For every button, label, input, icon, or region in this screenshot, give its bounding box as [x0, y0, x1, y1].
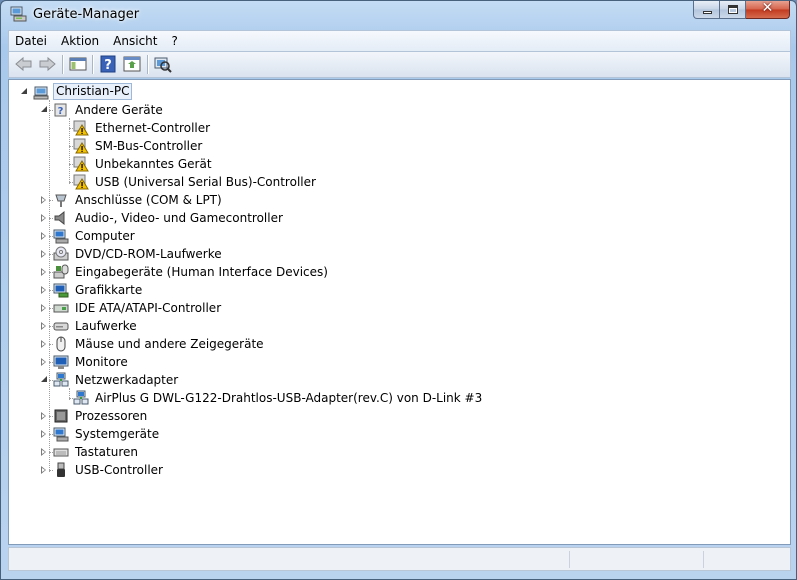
svg-text:?: ?	[58, 106, 64, 117]
toolbar-separator	[147, 55, 148, 74]
toolbar-separator	[92, 55, 93, 74]
expand-arrow-icon[interactable]	[41, 304, 46, 312]
warning-device-icon	[73, 156, 89, 172]
toolbar-separator	[62, 55, 63, 74]
tree-item-label: IDE ATA/ATAPI-Controller	[75, 301, 222, 315]
close-button[interactable]: ✕	[746, 0, 790, 19]
warning-device-icon	[73, 138, 89, 154]
svg-text:?: ?	[104, 58, 112, 73]
title-bar[interactable]: Geräte-Manager ✕	[1, 0, 796, 29]
tree-item-label: Monitore	[75, 355, 128, 369]
tree-item-label: Netzwerkadapter	[75, 373, 179, 387]
tree-item-label: Mäuse und andere Zeigegeräte	[75, 337, 264, 351]
ide-controller-icon	[53, 304, 69, 313]
dvd-drive-icon	[53, 246, 69, 261]
system-device-icon	[53, 427, 69, 442]
expand-arrow-icon[interactable]	[41, 232, 46, 240]
warning-device-icon	[73, 174, 89, 190]
status-cell	[703, 551, 792, 568]
network-adapter-icon	[73, 390, 89, 405]
tree-item-label: Grafikkarte	[75, 283, 143, 297]
status-cell	[569, 551, 704, 568]
device-manager-window: Geräte-Manager ✕ Datei Aktion Ansicht ? …	[0, 0, 797, 580]
device-tree[interactable]: Christian-PC? Andere Geräte Ethernet-Contr…	[8, 79, 791, 545]
close-icon: ✕	[761, 0, 774, 16]
tree-item-label: Systemgeräte	[75, 427, 160, 441]
menu-bar: Datei Aktion Ansicht ?	[8, 30, 791, 52]
collapse-arrow-icon[interactable]	[41, 376, 47, 382]
menu-help[interactable]: ?	[165, 31, 185, 51]
toolbar: ?	[8, 52, 791, 78]
network-adapter-icon	[53, 372, 69, 387]
expand-arrow-icon[interactable]	[41, 214, 46, 222]
mouse-icon	[56, 336, 66, 352]
tree-item-label: Computer	[75, 229, 135, 243]
window-title: Geräte-Manager	[33, 7, 140, 22]
tree-item-label: Unbekanntes Gerät	[95, 157, 212, 171]
tree-item-label: SM-Bus-Controller	[95, 139, 203, 153]
tree-item-label: Christian-PC	[53, 83, 133, 100]
usb-icon	[57, 462, 65, 477]
tree-item-label: USB (Universal Serial Bus)-Controller	[95, 175, 316, 189]
expand-arrow-icon[interactable]	[41, 430, 46, 438]
tree-item-label: Prozessoren	[75, 409, 148, 423]
processor-icon	[54, 409, 68, 423]
collapse-arrow-icon[interactable]	[21, 88, 27, 94]
monitor-icon	[53, 355, 69, 369]
scan-hardware-icon[interactable]	[153, 55, 173, 73]
show-hide-console-tree-icon[interactable]	[68, 55, 88, 73]
expand-arrow-icon[interactable]	[41, 268, 46, 276]
expand-arrow-icon[interactable]	[41, 322, 46, 330]
minimize-button[interactable]	[693, 1, 720, 19]
menu-aktion[interactable]: Aktion	[55, 31, 107, 51]
display-adapter-icon	[53, 283, 69, 298]
caption-buttons: ✕	[693, 0, 790, 20]
tree-item-label: DVD/CD-ROM-Laufwerke	[75, 247, 222, 261]
back-icon[interactable]	[14, 55, 34, 73]
port-icon	[55, 194, 67, 207]
tree-item-label: Anschlüsse (COM & LPT)	[75, 193, 222, 207]
menu-datei[interactable]: Datei	[9, 31, 55, 51]
properties-icon[interactable]	[122, 55, 142, 73]
hid-icon	[53, 264, 69, 279]
expand-arrow-icon[interactable]	[41, 448, 46, 456]
status-bar	[8, 547, 791, 571]
tree-item-label: Laufwerke	[75, 319, 137, 333]
device-manager-app-icon	[10, 6, 27, 22]
tree-item-label: AirPlus G DWL-G122-Drahtlos-USB-Adapter(…	[95, 391, 483, 405]
computer-icon	[53, 229, 69, 244]
collapse-arrow-icon[interactable]	[41, 106, 47, 112]
expand-arrow-icon[interactable]	[41, 286, 46, 294]
maximize-button[interactable]	[720, 1, 746, 19]
expand-arrow-icon[interactable]	[41, 466, 46, 474]
expand-arrow-icon[interactable]	[41, 250, 46, 258]
tree-item-label: Audio-, Video- und Gamecontroller	[75, 211, 283, 225]
expand-arrow-icon[interactable]	[41, 358, 46, 366]
warning-device-icon	[73, 120, 89, 136]
forward-icon[interactable]	[37, 55, 57, 73]
expand-arrow-icon[interactable]	[41, 412, 46, 420]
disk-drive-icon	[53, 322, 69, 331]
tree-item-label: USB-Controller	[75, 463, 163, 477]
root-computer-icon	[33, 86, 49, 100]
tree-item-label: Ethernet-Controller	[95, 121, 211, 135]
help-icon[interactable]: ?	[98, 55, 118, 73]
tree-item-label: Tastaturen	[75, 445, 138, 459]
expand-arrow-icon[interactable]	[41, 340, 46, 348]
tree-item-label: Andere Geräte	[75, 103, 163, 117]
keyboard-icon	[53, 448, 69, 457]
speaker-icon	[54, 210, 65, 226]
expand-arrow-icon[interactable]	[41, 196, 46, 204]
tree-item-label: Eingabegeräte (Human Interface Devices)	[75, 265, 328, 279]
menu-ansicht[interactable]: Ansicht	[107, 31, 165, 51]
unknown-device-icon: ?	[54, 103, 67, 117]
